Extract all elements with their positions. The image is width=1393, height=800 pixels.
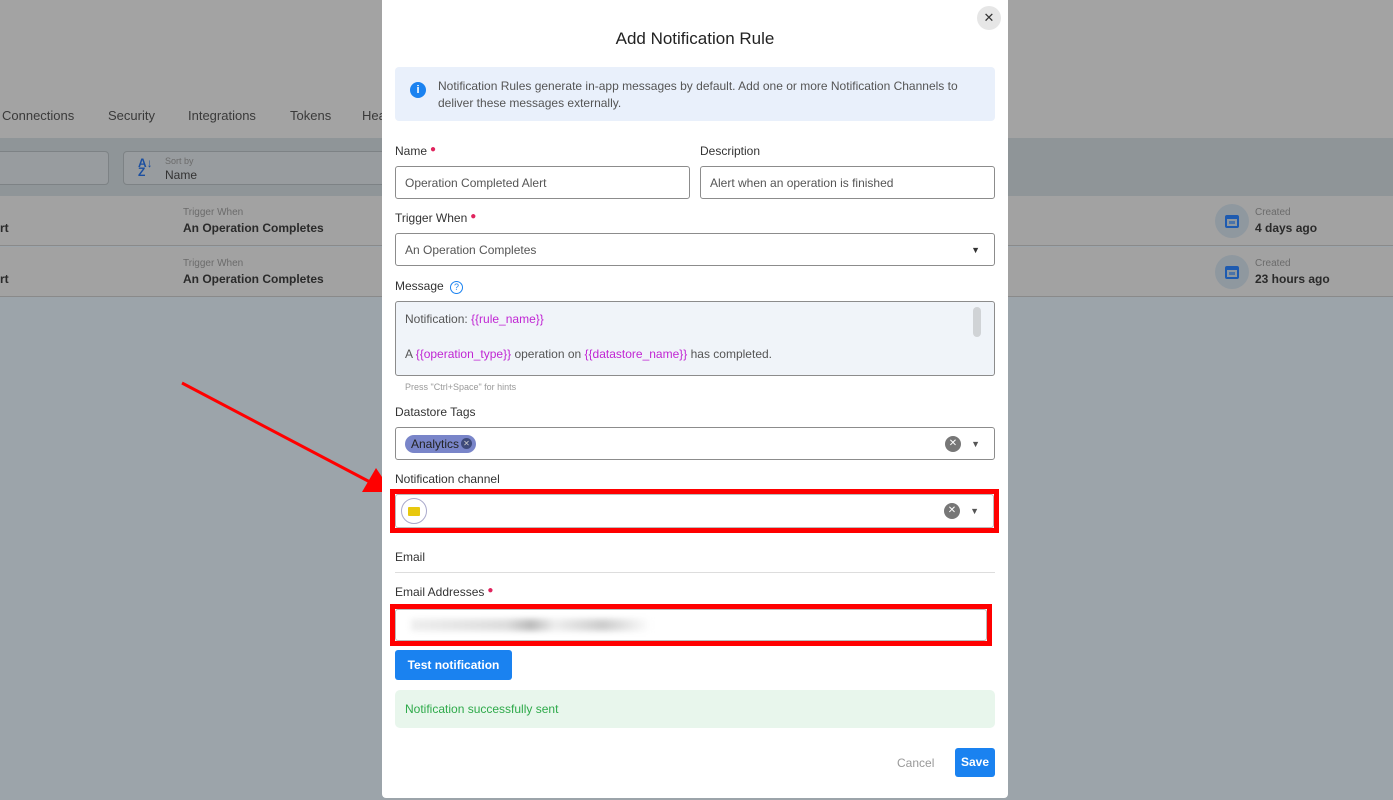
close-button[interactable]: ✕	[977, 6, 1001, 30]
channel-label: Notification channel	[395, 472, 500, 486]
name-input[interactable]: Operation Completed Alert	[395, 166, 690, 199]
tab-connections[interactable]: Connections	[2, 108, 74, 123]
message-editor[interactable]: Notification: {{rule_name}} A {{operatio…	[395, 301, 995, 376]
calendar-icon	[1215, 255, 1249, 289]
email-section-title: Email	[395, 550, 426, 564]
sort-az-icon: A↓ Z	[138, 156, 153, 179]
clear-icon[interactable]: ✕	[945, 435, 961, 452]
row-name: rt	[0, 221, 9, 235]
success-alert: Notification successfully sent	[395, 690, 995, 728]
name-label: Name ●	[395, 144, 437, 158]
message-hint: Press "Ctrl+Space" for hints	[405, 382, 517, 392]
chevron-down-icon: ▼	[971, 244, 980, 255]
message-label: Message ?	[395, 279, 464, 294]
tags-label: Datastore Tags	[395, 405, 476, 419]
annotation-arrow	[181, 381, 392, 492]
scrollbar[interactable]	[973, 307, 981, 337]
test-notification-button[interactable]: Test notification	[395, 650, 512, 680]
chevron-down-icon[interactable]: ▼	[970, 506, 979, 516]
created-label: Created	[1255, 207, 1291, 218]
search-input[interactable]	[0, 151, 109, 185]
description-label: Description	[700, 144, 761, 158]
help-icon[interactable]: ?	[450, 281, 464, 294]
cancel-button[interactable]: Cancel	[897, 756, 934, 770]
trigger-select[interactable]: An Operation Completes ▼	[395, 233, 995, 266]
created-value: 23 hours ago	[1255, 272, 1330, 286]
trigger-label: Trigger When	[183, 207, 244, 218]
tags-select[interactable]: Analytics ✕ ✕ ▼	[395, 427, 995, 460]
divider	[395, 572, 995, 573]
info-banner: i Notification Rules generate in-app mes…	[395, 67, 995, 121]
dialog-title: Add Notification Rule	[615, 29, 775, 48]
sort-select[interactable]: A↓ Z Sort by Name	[123, 151, 393, 185]
save-button[interactable]: Save	[955, 748, 995, 777]
email-addresses-label: Email Addresses ●	[395, 585, 494, 599]
trigger-value: An Operation Completes	[183, 272, 324, 286]
calendar-icon	[1215, 204, 1249, 238]
created-value: 4 days ago	[1255, 221, 1318, 235]
info-text: Notification Rules generate in-app messa…	[438, 79, 958, 110]
remove-tag-icon[interactable]: ✕	[461, 438, 473, 449]
sort-label: Sort by	[165, 156, 194, 166]
info-icon: i	[410, 82, 426, 98]
description-input[interactable]: Alert when an operation is finished	[700, 166, 995, 199]
email-icon	[401, 498, 427, 524]
tab-tokens[interactable]: Tokens	[290, 108, 331, 123]
channel-select[interactable]: ✕ ▼	[395, 494, 994, 528]
trigger-value: An Operation Completes	[183, 221, 324, 235]
trigger-label: Trigger When ●	[395, 211, 477, 225]
chevron-down-icon[interactable]: ▼	[971, 439, 980, 449]
trigger-label: Trigger When	[183, 258, 244, 269]
add-notification-rule-dialog: ✕ Add Notification Rule i Notification R…	[382, 0, 1008, 798]
close-icon: ✕	[983, 10, 995, 25]
tag-chip: Analytics ✕	[405, 434, 477, 453]
tab-security[interactable]: Security	[108, 108, 155, 123]
tab-integrations[interactable]: Integrations	[188, 108, 256, 123]
clear-icon[interactable]: ✕	[944, 503, 960, 519]
sort-value: Name	[165, 168, 198, 182]
email-addresses-input[interactable]	[395, 609, 987, 641]
row-name: rt	[0, 272, 9, 286]
redacted-emails	[411, 619, 651, 631]
created-label: Created	[1255, 258, 1291, 269]
